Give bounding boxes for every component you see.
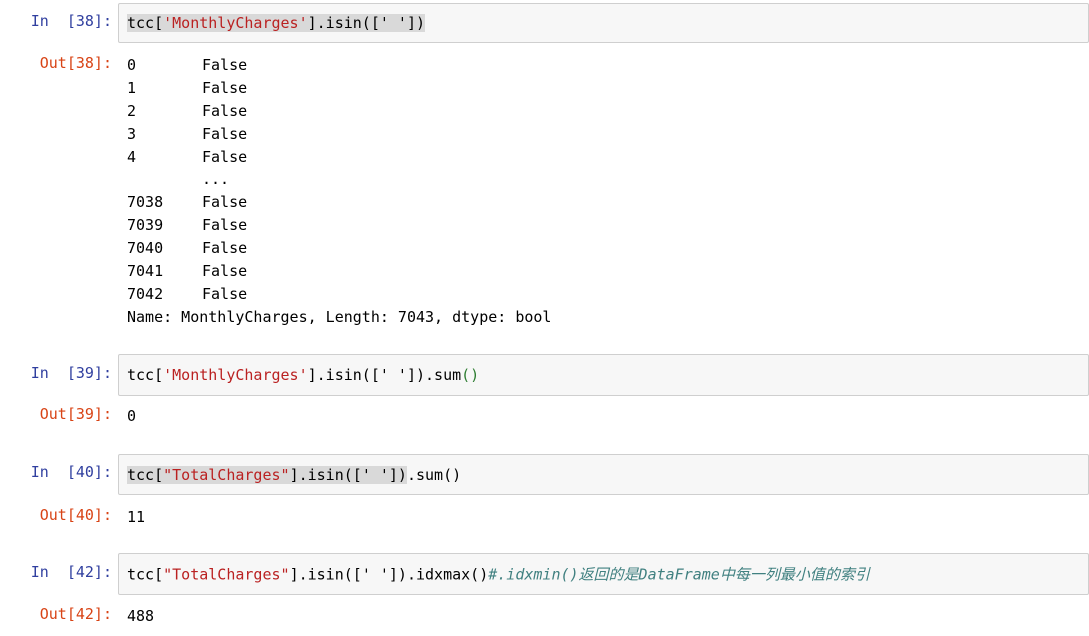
cell-39-output: 0: [127, 407, 137, 425]
cell-39-input[interactable]: tcc['MonthlyCharges'].isin([' ']).sum(): [118, 354, 1089, 396]
code-comment: #.idxmin()返回的是DataFrame中每一列最小值的索引: [488, 565, 870, 584]
code-token: ]).idxmax(): [388, 565, 489, 584]
series-value: ...: [202, 170, 230, 189]
series-row: 1 False: [127, 77, 551, 100]
cell-38-code: tcc['MonthlyCharges'].isin([' ']): [127, 14, 426, 32]
series-index: 4: [127, 147, 137, 166]
series-index: 7038: [127, 193, 164, 212]
cell-38-code-highlight: tcc['MonthlyCharges'].isin([' ']): [127, 14, 426, 32]
cell-38-in-prompt: In [38]:: [30, 12, 112, 30]
code-string-arg: ' ': [361, 465, 389, 484]
cell-42-input[interactable]: tcc["TotalCharges"].isin([' ']).idxmax()…: [118, 553, 1089, 595]
cell-42-code: tcc["TotalCharges"].isin([' ']).idxmax()…: [127, 564, 870, 585]
cell-39-in-prompt: In [39]:: [30, 364, 112, 382]
series-row: 7040 False: [127, 237, 551, 260]
cell-40-out-prompt: Out[40]:: [39, 506, 112, 524]
series-row: 7039 False: [127, 214, 551, 237]
cell-40-in-prompt: In [40]:: [30, 463, 112, 481]
code-token: tcc[: [127, 465, 164, 484]
code-token: ]): [406, 14, 426, 32]
series-index: 1: [127, 78, 137, 97]
code-string: 'MonthlyCharges': [163, 366, 308, 384]
cell-42-in-prompt: In [42]:: [30, 563, 112, 581]
series-value: False: [202, 284, 248, 303]
code-string: "TotalCharges": [163, 465, 290, 484]
code-string: 'MonthlyCharges': [163, 14, 308, 32]
series-row: 0 False: [127, 54, 551, 77]
code-token: tcc[: [127, 565, 164, 584]
series-index: 7041: [127, 262, 164, 281]
cell-40-code: tcc["TotalCharges"].isin([' ']).sum(): [127, 465, 462, 484]
code-string: "TotalCharges": [163, 565, 290, 584]
series-index: 7040: [127, 239, 164, 258]
cell-38-output: 0 False 1 False 2 False 3 False 4 False... 7038 Fal…: [127, 54, 551, 329]
series-value: False: [202, 262, 248, 281]
cell-42-output: 488: [127, 607, 155, 625]
code-string-arg: ' ': [379, 366, 407, 384]
code-paren-highlight: (): [461, 366, 480, 384]
series-index: 7039: [127, 216, 164, 235]
code-token: .sum(): [406, 465, 462, 484]
series-row: 3 False: [127, 123, 551, 146]
cell-40-input[interactable]: tcc["TotalCharges"].isin([' ']).sum(): [118, 454, 1089, 495]
cell-39-out-prompt: Out[39]:: [39, 405, 112, 423]
series-row: ...: [127, 168, 551, 191]
series-row: 7042 False: [127, 283, 551, 306]
series-row: 4 False: [127, 146, 551, 169]
series-value: False: [202, 147, 248, 166]
code-token: ].isin([: [289, 565, 362, 584]
cell-40-code-highlight: tcc["TotalCharges"].isin([' ']): [127, 465, 407, 484]
series-row: 2 False: [127, 100, 551, 123]
cell-39-code: tcc['MonthlyCharges'].isin([' ']).sum(): [127, 366, 479, 384]
code-token: ]): [388, 465, 407, 484]
series-value: False: [202, 193, 248, 212]
code-token: tcc[: [127, 14, 164, 32]
series-value: False: [202, 101, 248, 120]
series-value: False: [202, 78, 248, 97]
cell-40-output: 11: [127, 508, 146, 526]
series-row: 7038 False: [127, 191, 551, 214]
series-row: 7041 False: [127, 260, 551, 283]
series-value: False: [202, 216, 248, 235]
series-footer: Name: MonthlyCharges, Length: 7043, dtyp…: [127, 307, 552, 326]
code-token: ].isin([: [289, 465, 362, 484]
cell-38-input[interactable]: tcc['MonthlyCharges'].isin([' ']): [118, 3, 1089, 43]
code-string-arg: ' ': [361, 565, 389, 584]
code-token: ].isin([: [307, 366, 380, 384]
code-string-arg: ' ': [379, 14, 407, 32]
code-token: ].isin([: [307, 14, 380, 32]
cell-38-out-prompt: Out[38]:: [39, 54, 112, 72]
series-value: False: [202, 56, 248, 74]
code-token: ]).sum: [406, 366, 462, 384]
series-index: 0: [127, 56, 137, 74]
series-index: 2: [127, 101, 137, 120]
code-token: tcc[: [127, 366, 164, 384]
series-index: 7042: [127, 284, 164, 303]
series-value: False: [202, 239, 248, 258]
cell-42-out-prompt: Out[42]:: [39, 605, 112, 623]
series-value: False: [202, 124, 248, 143]
series-index: 3: [127, 124, 137, 143]
